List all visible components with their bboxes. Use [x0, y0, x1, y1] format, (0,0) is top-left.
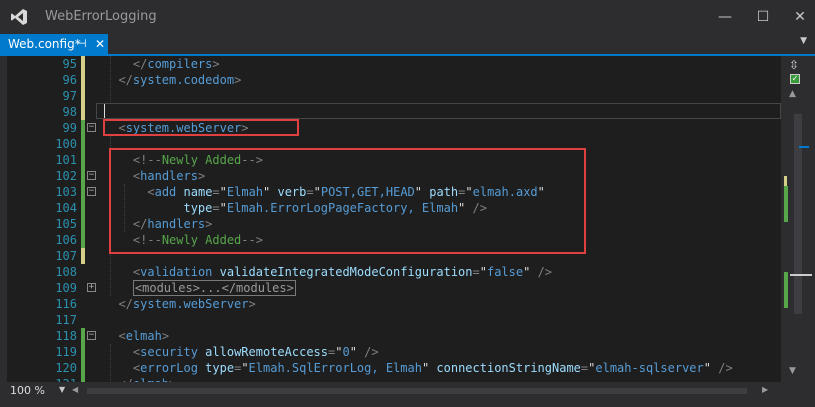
scroll-left-icon[interactable]: ◀ [72, 385, 78, 394]
collapse-icon[interactable]: − [87, 171, 96, 180]
tab-dropdown-icon[interactable]: ▼ [800, 36, 807, 46]
code-text: </compilers> [132, 57, 220, 71]
code-line: 96 </system.codedom> [7, 72, 781, 88]
code-line: 109 + <modules>...</modules> [7, 280, 781, 296]
line-number: 103 [55, 185, 77, 199]
change-marker [81, 88, 85, 104]
line-number: 104 [55, 201, 77, 215]
line-number: 105 [55, 217, 77, 231]
close-tab-icon[interactable]: ✕ [95, 34, 105, 54]
change-marker [784, 272, 788, 308]
change-marker [81, 72, 85, 88]
line-number: 97 [62, 89, 77, 103]
line-number: 107 [55, 249, 77, 263]
change-marker [81, 136, 85, 152]
change-marker [81, 168, 85, 184]
line-number: 98 [62, 105, 77, 119]
line-number: 119 [55, 345, 77, 359]
line-number: 117 [55, 313, 77, 327]
line-number: 118 [55, 329, 77, 343]
code-text: <errorLog type="Elmah.SqlErrorLog, Elmah… [132, 361, 733, 375]
line-number: 101 [55, 153, 77, 167]
line-number: 102 [55, 169, 77, 183]
change-marker [784, 176, 787, 186]
code-editor[interactable]: 95 </compilers> 96 </system.codedom> 97 … [7, 56, 781, 382]
change-marker [81, 248, 85, 264]
line-number: 120 [55, 361, 77, 375]
line-number: 96 [62, 73, 77, 87]
document-tab-bar: Web.config* ⊣ ✕ ▼ [0, 34, 815, 56]
code-line: 117 [7, 312, 781, 328]
code-text: </system.webServer> [118, 297, 256, 311]
visual-studio-logo-icon [11, 9, 27, 25]
change-marker [81, 152, 85, 168]
line-number: 106 [55, 233, 77, 247]
window-title: WebErrorLogging [45, 9, 157, 24]
change-marker [81, 104, 85, 120]
code-text: <elmah> [118, 329, 170, 343]
collapse-icon[interactable]: − [87, 187, 96, 196]
code-line: 95 </compilers> [7, 56, 781, 72]
change-marker [81, 216, 85, 232]
line-number: 100 [55, 137, 77, 151]
code-text: <modules>...</modules> [104, 280, 296, 296]
scroll-right-icon[interactable]: ▶ [762, 385, 768, 394]
code-line: 119 <security allowRemoteAccess="0" /> [7, 344, 781, 360]
line-number: 99 [62, 121, 77, 135]
tab-web-config[interactable]: Web.config* ⊣ ✕ [0, 34, 108, 54]
zoom-dropdown-icon[interactable]: ▼ [59, 385, 65, 394]
change-marker [81, 200, 85, 216]
change-marker [81, 232, 85, 248]
code-line: 98 [7, 104, 781, 120]
close-button[interactable]: ✕ [787, 4, 813, 30]
change-marker [81, 120, 85, 136]
tab-label: Web.config* [8, 37, 81, 51]
scroll-up-icon[interactable]: ▲ [789, 89, 796, 99]
caret-position-marker [799, 146, 809, 148]
change-marker [81, 360, 85, 376]
no-issues-icon: ✓ [790, 74, 800, 84]
code-text: </system.codedom> [118, 73, 242, 87]
collapse-icon[interactable]: − [87, 331, 96, 340]
change-marker [81, 344, 85, 360]
collapsed-region[interactable]: <modules>...</modules> [132, 280, 296, 296]
line-number: 116 [55, 297, 77, 311]
change-marker [81, 184, 85, 200]
change-marker [784, 186, 788, 222]
minimize-button[interactable]: — [712, 4, 738, 30]
highlight-box [103, 119, 299, 136]
scroll-position-indicator [790, 274, 812, 276]
code-line: 116 </system.webServer> [7, 296, 781, 312]
split-editor-icon[interactable]: ⇳ [789, 58, 799, 72]
maximize-button[interactable]: ☐ [750, 4, 776, 30]
zoom-level[interactable]: 100 % [10, 384, 45, 397]
code-line: 120 <errorLog type="Elmah.SqlErrorLog, E… [7, 360, 781, 376]
highlight-box [109, 148, 586, 254]
scroll-down-icon[interactable]: ▼ [789, 366, 796, 376]
line-number: 109 [55, 281, 77, 295]
vertical-scrollbar[interactable]: ⇳ ✓ ▲ ▼ [781, 56, 815, 382]
collapse-icon[interactable]: − [87, 123, 96, 132]
scroll-thumb[interactable] [794, 114, 802, 314]
pin-icon[interactable]: ⊣ [77, 34, 87, 54]
change-marker [81, 56, 85, 72]
line-number: 95 [62, 57, 77, 71]
change-marker [81, 328, 85, 344]
editor-status-bar: 100 % ▼ ◀ ▶ [7, 382, 781, 400]
code-line: 118 − <elmah> [7, 328, 781, 344]
line-number: 108 [55, 265, 77, 279]
code-line: 108 <validation validateIntegratedModeCo… [7, 264, 781, 280]
code-text: <security allowRemoteAccess="0" /> [132, 345, 379, 359]
code-text: <validation validateIntegratedModeConfig… [132, 265, 553, 279]
horizontal-scroll-thumb[interactable] [87, 388, 747, 394]
code-line: 97 [7, 88, 781, 104]
title-bar: WebErrorLogging — ☐ ✕ [0, 0, 815, 34]
expand-icon[interactable]: + [87, 283, 96, 292]
